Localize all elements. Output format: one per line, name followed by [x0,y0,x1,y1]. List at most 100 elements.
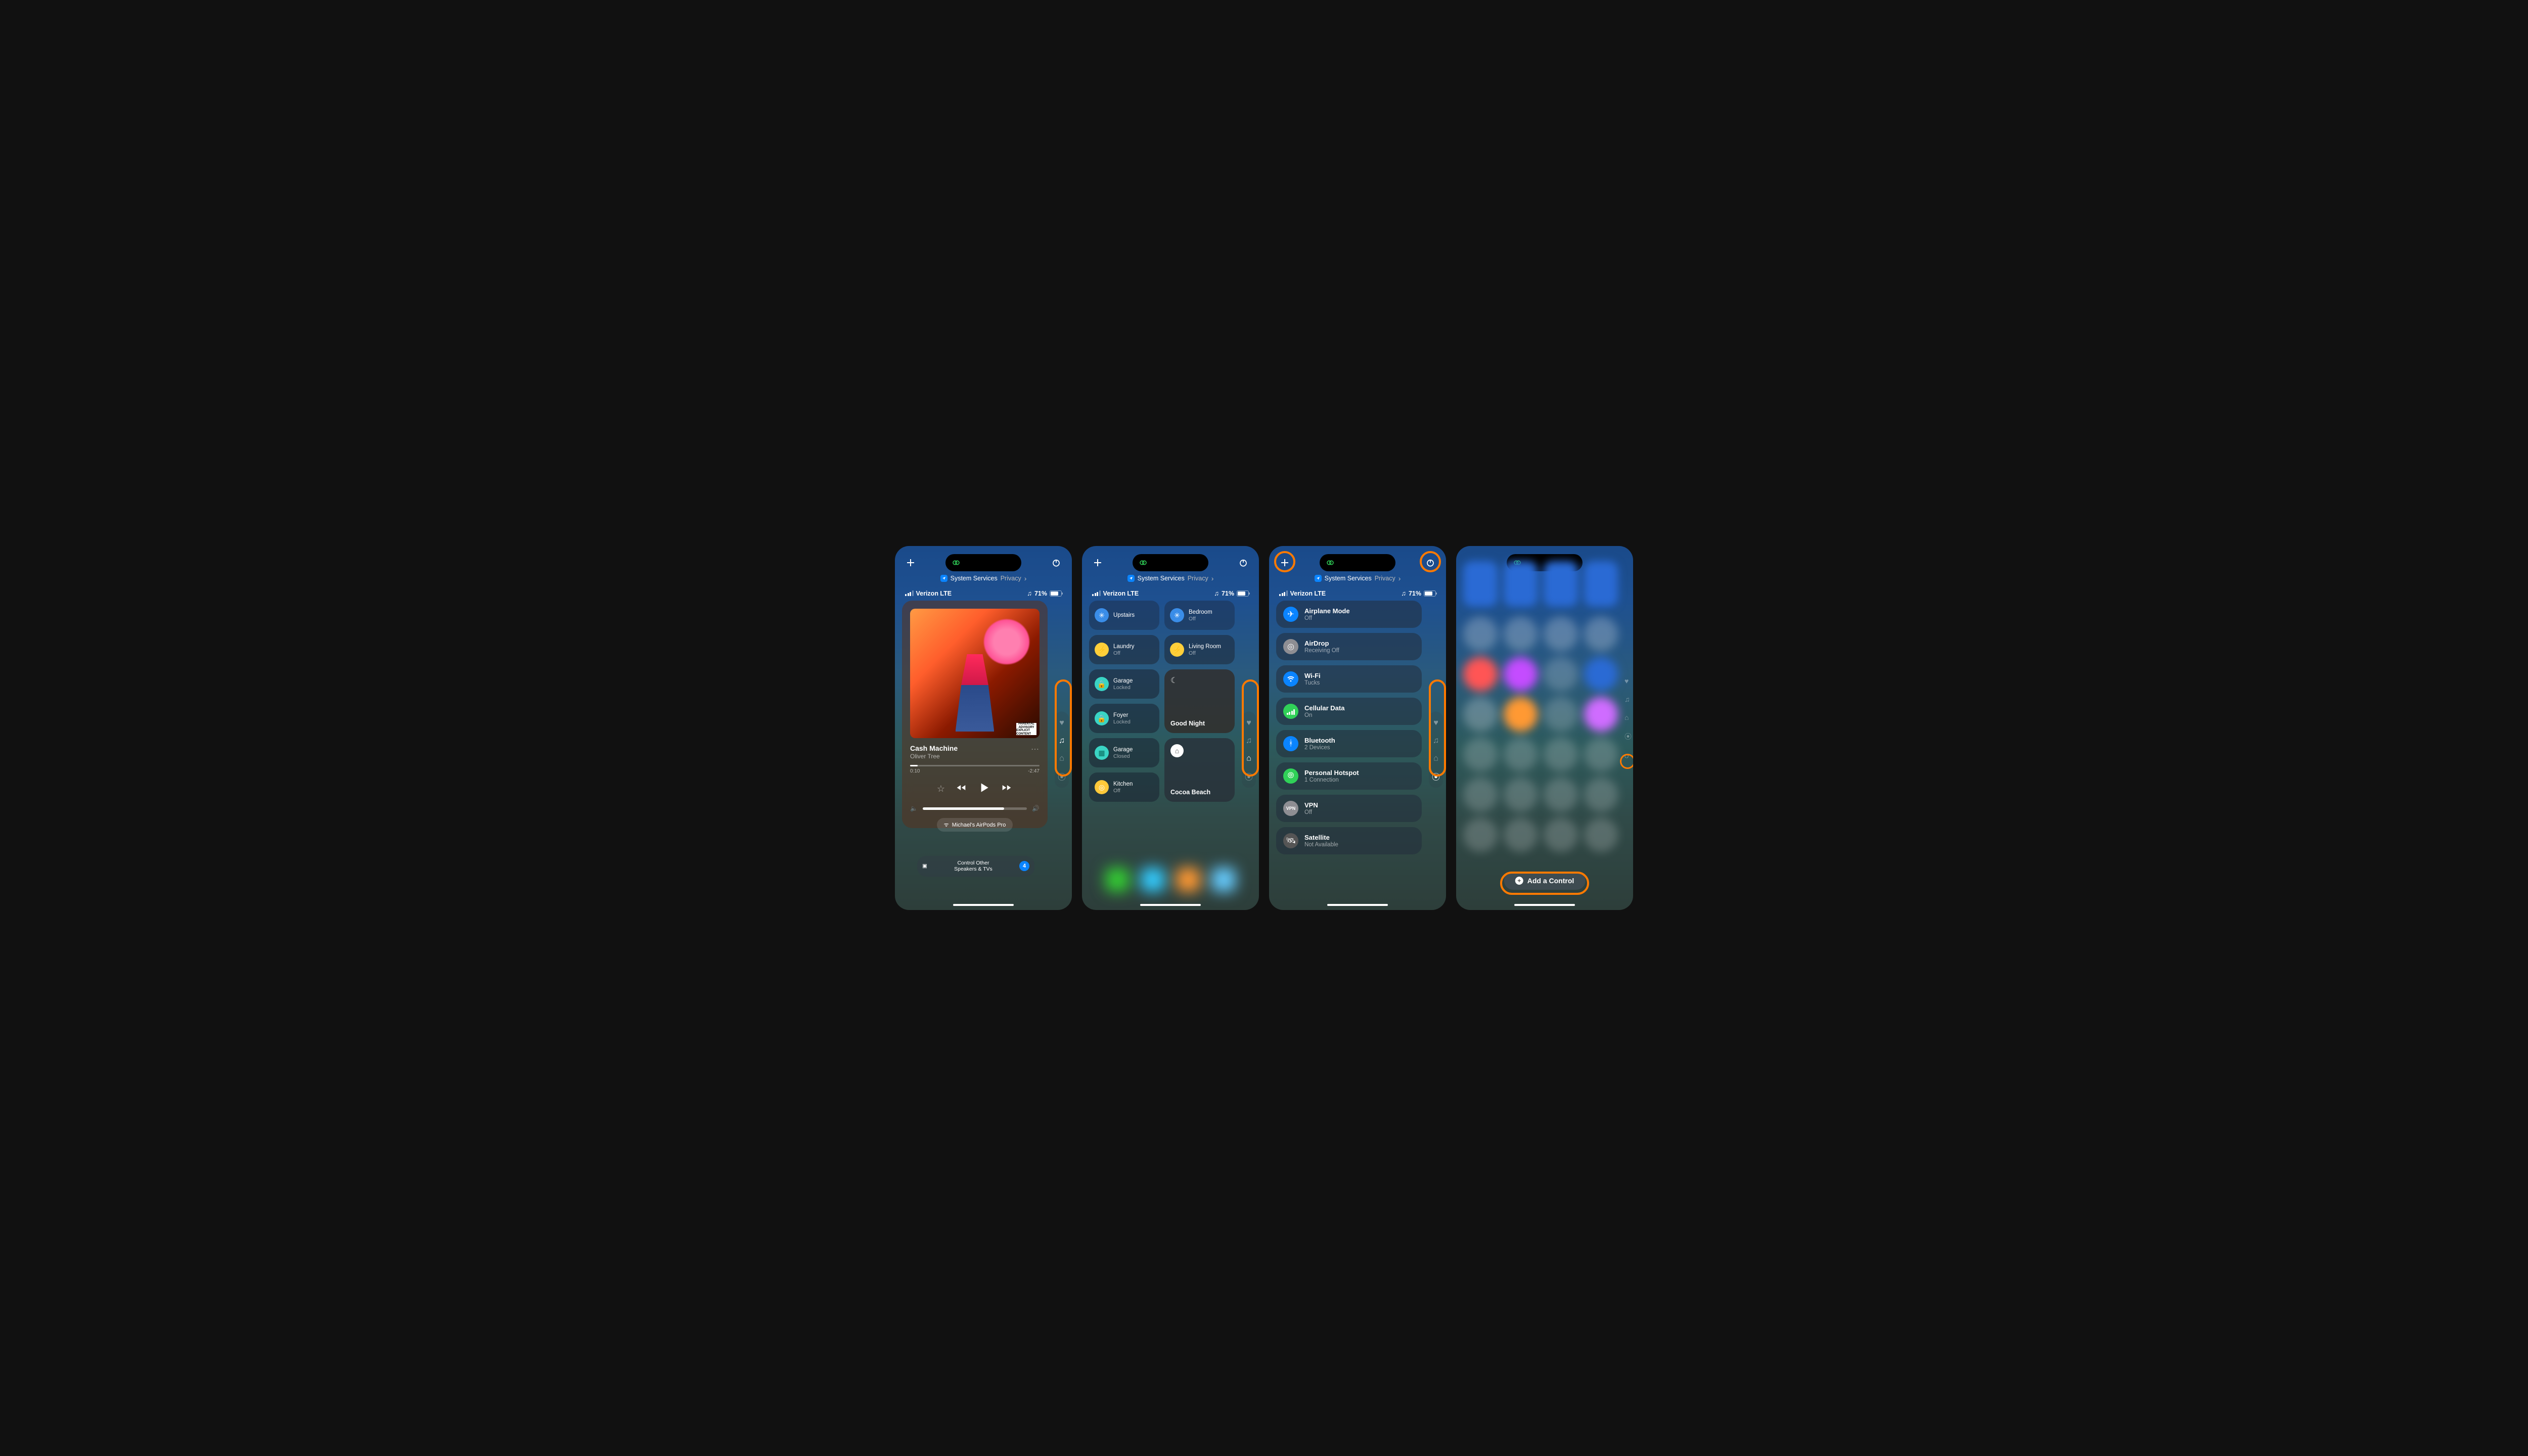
favorites-page-icon[interactable]: ♥ [1244,718,1253,727]
power-icon[interactable] [1426,558,1435,567]
control-other-speakers[interactable]: ▣ Control Other Speakers & TVs 4 [917,856,1034,877]
breadcrumb[interactable]: System Services Privacy › [1082,574,1259,582]
connectivity-page-icon[interactable]: ⦿ [1244,771,1253,781]
page-indicator[interactable]: ♥ ♫ ⌂ ⦿ [1429,711,1443,788]
headphones-icon: ♫ [1401,589,1406,597]
connectivity-page-icon[interactable]: ⦿ [1624,732,1632,742]
tv-speaker-icon: ▣ [922,863,927,869]
location-icon [1127,575,1135,582]
page-indicator[interactable]: ♥ ♫ ⌂ ⦿ ◌ [1624,677,1632,760]
breadcrumb[interactable]: System Services Privacy › [895,574,1072,582]
conn-hotspot[interactable]: ⦾Personal Hotspot1 Connection [1276,762,1422,790]
music-page-icon[interactable]: ♫ [1057,736,1066,745]
page-indicator[interactable]: ♥ ♫ ⌂ ⦿ [1242,711,1256,788]
wifi-icon [1283,671,1298,687]
time-remaining: -2:47 [1028,768,1040,774]
add-button[interactable] [906,558,915,567]
vpn-icon: VPN [1283,801,1298,816]
music-page-icon[interactable]: ♫ [1431,736,1440,745]
home-tile-laundry[interactable]: ⚡LaundryOff [1089,635,1159,664]
dynamic-island [1320,554,1395,571]
favorites-page-icon[interactable]: ♥ [1057,718,1066,727]
power-icon[interactable] [1052,558,1061,567]
conn-satellite[interactable]: 🛰SatelliteNot Available [1276,827,1422,854]
breadcrumb[interactable]: System Services Privacy › [1269,574,1446,582]
conn-airplane[interactable]: ✈Airplane ModeOff [1276,601,1422,628]
hotspot-icon: ⦾ [1283,768,1298,784]
home-tile-livingroom[interactable]: ⚡Living RoomOff [1164,635,1235,664]
conn-airdrop[interactable]: ◎AirDropReceiving Off [1276,633,1422,660]
dock-blur [1092,868,1249,903]
star-icon[interactable]: ☆ [937,784,945,794]
location-icon [940,575,947,582]
music-page-icon[interactable]: ♫ [1624,695,1632,703]
satellite-icon: 🛰 [1283,833,1298,848]
play-button[interactable] [977,781,990,797]
hotspot-active-icon [1326,558,1335,567]
scene-goodnight[interactable]: ☾Good Night [1164,669,1235,733]
breadcrumb-main: System Services [951,575,998,582]
headphones-icon: ♫ [1027,589,1032,597]
breadcrumb-secondary: Privacy [1001,575,1021,582]
battery-icon [1050,590,1062,597]
add-button[interactable] [1280,558,1289,567]
output-device-pill[interactable]: ᯤ Michael's AirPods Pro [937,818,1013,832]
home-tile-bedroom[interactable]: ✳BedroomOff [1164,601,1235,630]
rewind-button[interactable] [955,783,967,795]
conn-bluetooth[interactable]: ᚼBluetooth2 Devices [1276,730,1422,757]
favorites-page-icon[interactable]: ♥ [1431,718,1440,727]
plug-icon: ⚡ [1170,643,1184,657]
connectivity-page-icon[interactable]: ⦿ [1431,771,1440,781]
signal-icon [1092,590,1101,596]
forward-button[interactable] [1001,783,1013,795]
connectivity-group-blur [1463,561,1618,607]
home-page-icon[interactable]: ⌂ [1244,754,1253,763]
signal-icon [905,590,914,596]
scrubber[interactable] [910,765,1040,766]
garage-icon: ▦ [1095,746,1109,760]
fan-icon: ✳ [1170,608,1184,622]
home-tile-upstairs[interactable]: ✳Upstairs [1089,601,1159,630]
more-icon[interactable]: ⋯ [1031,744,1040,754]
scene-cocoabeach[interactable]: ⌂Cocoa Beach [1164,738,1235,802]
home-page-icon[interactable]: ⌂ [1624,713,1632,721]
carrier-label: Verizon LTE [916,590,952,597]
new-page-icon[interactable]: ◌ [1624,752,1632,760]
fan-icon: ✳ [1095,608,1109,622]
add-control-button[interactable]: + Add a Control [1504,872,1586,890]
volume-slider[interactable]: 🔈 🔊 [910,805,1040,812]
status-bar: Verizon LTE ♫ 71% [895,589,1072,597]
dynamic-island [1133,554,1208,571]
favorites-page-icon[interactable]: ♥ [1624,677,1632,685]
thermostat-icon: ◎ [1095,780,1109,794]
home-tile-foyer[interactable]: 🔒FoyerLocked [1089,704,1159,733]
conn-wifi[interactable]: Wi-FiTucks [1276,665,1422,693]
conn-cellular[interactable]: Cellular DataOn [1276,698,1422,725]
album-art: PARENTALADVISORYEXPLICIT CONTENT [910,609,1040,738]
headphones-icon: ♫ [1214,589,1219,597]
battery-label: 71% [1034,590,1047,597]
home-page-icon[interactable]: ⌂ [1431,754,1440,763]
page-indicator[interactable]: ♥ ♫ ⌂ ⦿ [1055,711,1069,788]
status-bar: Verizon LTE ♫71% [1082,589,1259,597]
moon-icon: ☾ [1170,675,1229,686]
airpods-icon: ᯤ [944,821,949,829]
phone-screen-connectivity: System Services Privacy › Verizon LTE ♫7… [1269,546,1446,910]
add-button[interactable] [1093,558,1102,567]
home-tile-garage-lock[interactable]: 🔒GarageLocked [1089,669,1159,699]
power-icon[interactable] [1239,558,1248,567]
battery-icon [1424,590,1436,597]
signal-icon [1279,590,1288,596]
now-playing-card[interactable]: PARENTALADVISORYEXPLICIT CONTENT Cash Ma… [902,601,1048,828]
connectivity-page-icon[interactable]: ⦿ [1057,771,1066,781]
volume-high-icon: 🔊 [1032,805,1040,812]
home-tile-garage-door[interactable]: ▦GarageClosed [1089,738,1159,767]
hotspot-active-icon [952,558,961,567]
phone-screen-music: System Services Privacy › Verizon LTE ♫ … [895,546,1072,910]
home-page-icon[interactable]: ⌂ [1057,754,1066,763]
chevron-right-icon: › [1024,574,1027,582]
home-icon: ⌂ [1170,744,1184,757]
home-tile-kitchen[interactable]: ◎KitchenOff [1089,772,1159,802]
conn-vpn[interactable]: VPNVPNOff [1276,795,1422,822]
music-page-icon[interactable]: ♫ [1244,736,1253,745]
